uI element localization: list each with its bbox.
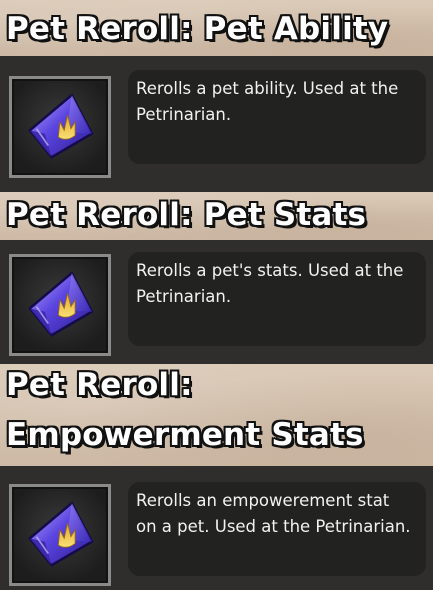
item-icon-frame[interactable] — [9, 254, 111, 356]
item-banner: Pet Reroll: Empowerment Stats — [0, 364, 433, 466]
item-description: Rerolls a pet's stats. Used at the Petri… — [136, 261, 404, 306]
crystal-shard-icon — [28, 271, 94, 337]
item-banner: Pet Reroll: Pet Ability — [0, 0, 433, 56]
item-title: Pet Reroll: Pet Ability — [6, 11, 389, 47]
item-banner: Pet Reroll: Pet Stats — [0, 192, 433, 240]
item-card: Rerolls an empowerement stat on a pet. U… — [0, 466, 433, 590]
item-title-line-2: Empowerment Stats — [6, 417, 364, 453]
item-description: Rerolls an empowerement stat on a pet. U… — [136, 491, 411, 536]
item-icon-frame[interactable] — [9, 76, 111, 178]
item-icon-frame[interactable] — [9, 484, 111, 586]
item-title-line-1: Pet Reroll: — [6, 367, 193, 403]
crystal-shard-icon — [28, 93, 94, 159]
description-box: Rerolls an empowerement stat on a pet. U… — [128, 482, 426, 576]
item-card: Rerolls a pet ability. Used at the Petri… — [0, 56, 433, 192]
item-title: Pet Reroll: Pet Stats — [6, 197, 367, 233]
description-box: Rerolls a pet ability. Used at the Petri… — [128, 70, 426, 164]
item-description: Rerolls a pet ability. Used at the Petri… — [136, 79, 399, 124]
description-box: Rerolls a pet's stats. Used at the Petri… — [128, 252, 426, 346]
crystal-shard-icon — [28, 501, 94, 567]
item-card: Rerolls a pet's stats. Used at the Petri… — [0, 240, 433, 364]
